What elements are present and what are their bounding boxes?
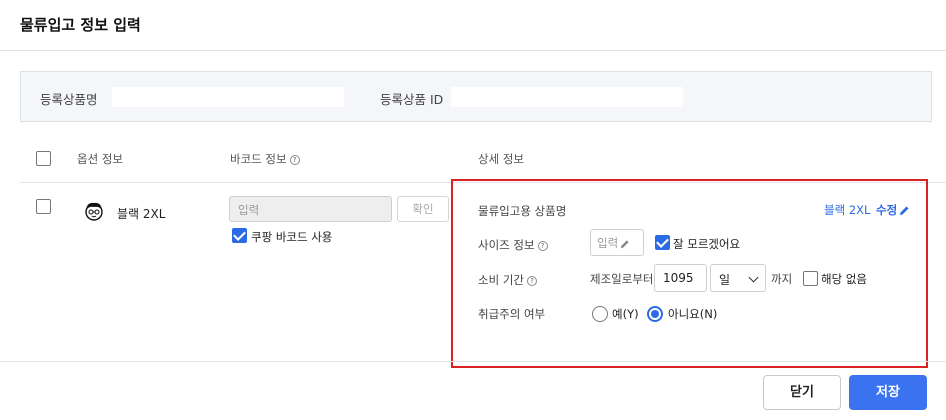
column-detail: 상세 정보 — [478, 152, 524, 166]
coupang-barcode-checkbox[interactable] — [232, 228, 247, 243]
close-button[interactable]: 닫기 — [763, 375, 841, 410]
coupang-barcode-label: 쿠팡 바코드 사용 — [251, 230, 333, 244]
not-applicable-label: 해당 없음 — [821, 272, 867, 286]
fragile-yes-label: 예(Y) — [612, 307, 639, 321]
edit-label: 수정 — [876, 203, 898, 217]
column-barcode: 바코드 정보? — [230, 151, 300, 167]
pencil-icon — [621, 240, 629, 249]
product-name-label: 등록상품명 — [40, 92, 98, 107]
option-name: 블랙 2XL — [117, 207, 166, 221]
barcode-confirm-button[interactable]: 확인 — [397, 196, 449, 222]
size-unknown-label: 잘 모르겠어요 — [673, 237, 741, 251]
select-all-checkbox[interactable] — [36, 151, 51, 166]
chevron-down-icon — [748, 272, 759, 283]
product-name-detail-label: 물류입고용 상품명 — [478, 204, 567, 218]
product-id-label: 등록상품 ID — [380, 92, 444, 107]
product-info-box: 등록상품명 등록상품 ID — [20, 71, 932, 122]
product-id-value — [451, 87, 683, 107]
barcode-input[interactable]: 입력 — [229, 196, 392, 222]
product-name-detail-value: 블랙 2XL — [824, 203, 871, 217]
row-checkbox[interactable] — [36, 199, 51, 214]
expiry-label: 소비 기간? — [478, 272, 537, 288]
expiry-from-label: 제조일로부터 — [590, 272, 654, 286]
product-name-value — [112, 87, 344, 107]
expiry-until-label: 까지 — [771, 272, 793, 286]
size-input-placeholder: 입력 — [597, 236, 619, 250]
edit-product-name-link[interactable]: 수정 — [876, 202, 910, 218]
column-option: 옵션 정보 — [77, 152, 123, 166]
size-input[interactable]: 입력 — [590, 229, 644, 256]
help-icon[interactable]: ? — [526, 276, 537, 286]
help-icon[interactable]: ? — [289, 155, 300, 165]
fragile-yes-radio[interactable] — [592, 306, 608, 322]
column-barcode-label: 바코드 정보 — [230, 152, 287, 166]
size-info-text: 사이즈 정보 — [478, 238, 535, 252]
expiry-unit-value: 일 — [719, 273, 731, 287]
expiry-days-input[interactable]: 1095 — [654, 264, 707, 292]
save-button[interactable]: 저장 — [849, 375, 927, 410]
expiry-unit-select[interactable]: 일 — [710, 264, 766, 292]
avatar-icon — [85, 202, 103, 221]
size-unknown-checkbox[interactable] — [655, 235, 670, 250]
footer-divider — [0, 361, 946, 362]
not-applicable-checkbox[interactable] — [803, 271, 818, 286]
help-icon[interactable]: ? — [537, 241, 548, 251]
fragile-no-label: 아니요(N) — [668, 307, 718, 321]
dialog-title: 물류입고 정보 입력 — [20, 16, 141, 34]
title-divider — [0, 50, 946, 51]
fragile-label: 취급주의 여부 — [478, 307, 546, 321]
expiry-text: 소비 기간 — [478, 273, 524, 287]
pencil-icon — [900, 206, 909, 215]
size-info-label: 사이즈 정보? — [478, 237, 548, 253]
fragile-no-radio[interactable] — [647, 306, 663, 322]
